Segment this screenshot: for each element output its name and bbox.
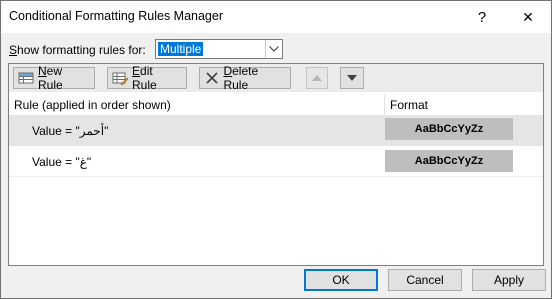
ok-button[interactable]: OK — [304, 269, 378, 291]
new-rule-button[interactable]: New Rule — [13, 64, 95, 92]
rule-description: Value = "غ" — [32, 155, 92, 169]
title-bar: Conditional Formatting Rules Manager ? ✕ — [1, 1, 551, 33]
cancel-button[interactable]: Cancel — [388, 269, 462, 291]
show-rules-selected: Multiple — [158, 42, 204, 56]
edit-rule-label: Edit Rule — [132, 64, 157, 92]
arrow-up-icon — [312, 75, 322, 81]
delete-rule-button[interactable]: Delete Rule — [199, 64, 291, 92]
column-divider[interactable] — [384, 94, 385, 116]
edit-rule-icon — [112, 70, 128, 86]
apply-button[interactable]: Apply — [472, 269, 546, 291]
conditional-formatting-dialog: Conditional Formatting Rules Manager ? ✕… — [0, 0, 552, 299]
table-row[interactable]: Value = "غ" AaBbCcYyZz — [9, 146, 543, 177]
show-rules-label: Show formatting rules for: — [9, 43, 146, 57]
show-rules-row: Show formatting rules for: Multiple — [9, 39, 283, 60]
show-rules-dropdown[interactable]: Multiple — [155, 39, 283, 59]
move-down-button[interactable] — [340, 67, 364, 89]
help-icon: ? — [477, 8, 487, 26]
rules-toolbar: New Rule Edit Rule Delete Rule — [9, 64, 543, 92]
chevron-down-icon[interactable] — [265, 40, 282, 58]
table-row[interactable]: Value = "أحمر" AaBbCcYyZz — [9, 115, 543, 146]
rule-description: Value = "أحمر" — [32, 124, 109, 138]
new-rule-icon — [18, 70, 34, 86]
rules-panel: New Rule Edit Rule Delete Rule Rule (app… — [8, 63, 544, 266]
edit-rule-button[interactable]: Edit Rule — [107, 64, 187, 92]
format-preview: AaBbCcYyZz — [385, 150, 513, 172]
new-rule-label: New Rule — [38, 64, 63, 92]
move-up-button[interactable] — [306, 67, 328, 89]
delete-rule-label: Delete Rule — [223, 64, 259, 92]
close-icon: ✕ — [522, 8, 534, 25]
close-button[interactable]: ✕ — [505, 1, 551, 33]
help-button[interactable]: ? — [459, 1, 505, 33]
format-preview: AaBbCcYyZz — [385, 118, 513, 140]
column-rule-header[interactable]: Rule (applied in order shown) — [14, 98, 171, 112]
arrow-down-icon — [347, 75, 357, 81]
column-format-header[interactable]: Format — [390, 98, 428, 112]
rules-table-header: Rule (applied in order shown) Format — [9, 94, 543, 116]
window-title: Conditional Formatting Rules Manager — [9, 9, 223, 23]
delete-icon — [204, 70, 219, 86]
